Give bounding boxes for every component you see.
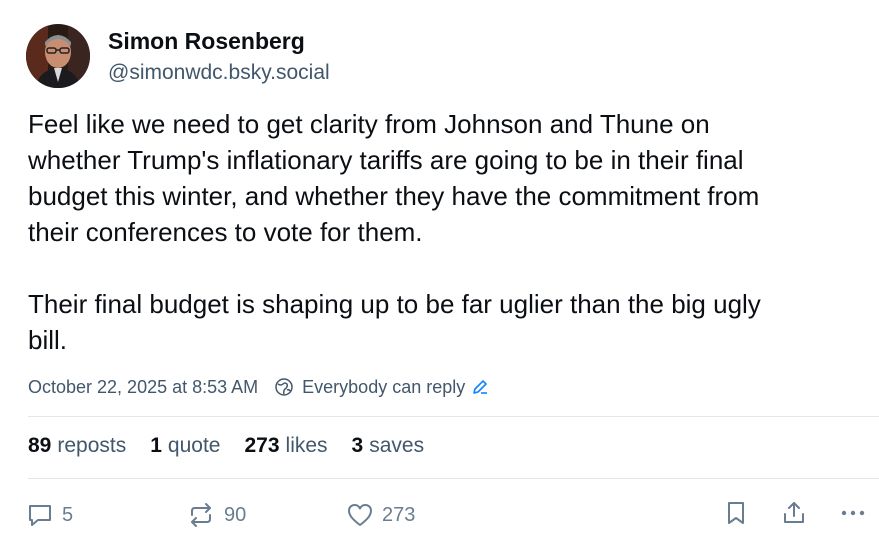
likes-stat[interactable]: 273 likes [244,434,327,458]
reply-count: 5 [62,503,74,526]
divider [28,416,879,417]
heart-icon [346,501,374,529]
saves-stat: 3 saves [352,434,425,458]
saves-count: 3 [351,434,364,457]
handle[interactable]: @simonwdc.bsky.social [108,61,330,85]
timestamp[interactable]: October 22, 2025 at 8:53 AM [28,377,258,398]
like-button[interactable]: 273 [346,500,415,530]
more-button[interactable] [838,500,868,530]
reposts-label: reposts [57,434,127,457]
like-count: 273 [382,503,416,526]
display-name[interactable]: Simon Rosenberg [108,28,305,55]
bookmark-icon [722,499,750,532]
post-card: Simon Rosenberg @simonwdc.bsky.social Fe… [0,0,879,547]
repost-count: 90 [224,503,247,526]
bookmark-button[interactable] [722,500,750,530]
divider [28,478,879,479]
post-text-line: Feel like we need to get clarity from Jo… [28,109,710,139]
post-text-line: Their final budget is shaping up to be f… [28,289,761,319]
engagement-stats: 89 reposts 1 quote 273 likes 3 saves [28,434,448,458]
reply-button[interactable]: 5 [26,500,73,530]
globe-icon [274,377,294,397]
post-text: Feel like we need to get clarity from Jo… [28,106,868,358]
repost-button[interactable]: 90 [186,500,246,530]
share-icon [780,499,808,532]
likes-count: 273 [244,434,280,457]
more-icon [838,499,868,532]
reposts-stat[interactable]: 89 reposts [28,434,126,458]
quotes-label: quote [167,434,221,457]
reply-setting: Everybody can reply [302,376,466,397]
post-text-line: whether Trump's inflationary tariffs are… [28,145,744,175]
post-text-line: their conferences to vote for them. [28,217,423,247]
saves-label: saves [369,434,425,457]
quotes-count: 1 [150,434,162,457]
post-text-line: bill. [28,325,68,355]
reposts-count: 89 [28,434,52,457]
post-text-line: budget this winter, and whether they hav… [28,181,760,211]
repost-icon [186,501,216,529]
share-button[interactable] [780,500,808,530]
avatar[interactable] [26,24,90,88]
reply-icon [26,501,54,529]
pencil-icon[interactable] [471,378,489,396]
likes-label: likes [285,434,328,457]
quotes-stat[interactable]: 1 quote [150,434,220,458]
post-meta: October 22, 2025 at 8:53 AM Everybody ca… [28,375,489,399]
